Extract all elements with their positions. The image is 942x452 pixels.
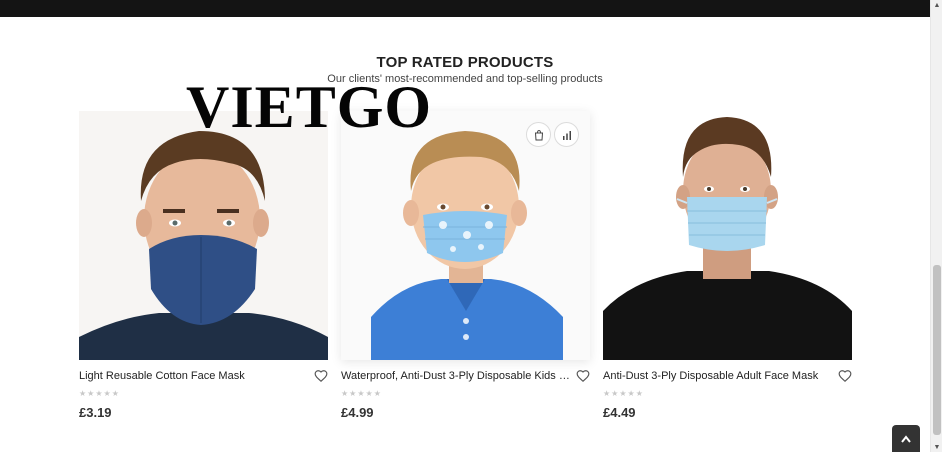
star-icon: ★ xyxy=(603,389,611,398)
star-icon: ★ xyxy=(627,389,635,398)
star-icon: ★ xyxy=(635,389,643,398)
star-icon: ★ xyxy=(95,389,103,398)
heart-icon[interactable] xyxy=(838,369,852,383)
product-card[interactable]: Anti-Dust 3-Ply Disposable Adult Face Ma… xyxy=(603,111,852,420)
product-name[interactable]: Waterproof, Anti-Dust 3-Ply Disposable K… xyxy=(341,370,571,382)
chevron-up-icon xyxy=(901,430,911,448)
product-image[interactable] xyxy=(341,111,590,360)
product-price: £4.99 xyxy=(341,405,374,420)
product-image[interactable] xyxy=(603,111,852,360)
product-card[interactable]: Waterproof, Anti-Dust 3-Ply Disposable K… xyxy=(341,111,590,420)
section-title: TOP RATED PRODUCTS xyxy=(376,54,554,71)
star-icon: ★ xyxy=(79,389,87,398)
scrollbar-thumb[interactable] xyxy=(933,265,941,435)
product-card[interactable]: Light Reusable Cotton Face Mask ★ ★ ★ ★ … xyxy=(79,111,328,420)
watermark-logo: VIETGO xyxy=(186,74,433,140)
header-band xyxy=(0,0,930,17)
heart-icon[interactable] xyxy=(314,369,328,383)
star-icon: ★ xyxy=(111,389,119,398)
star-icon: ★ xyxy=(87,389,95,398)
star-icon: ★ xyxy=(611,389,619,398)
scroll-down-icon[interactable]: ▼ xyxy=(933,443,941,451)
star-icon: ★ xyxy=(365,389,373,398)
product-price: £3.19 xyxy=(79,405,112,420)
star-icon: ★ xyxy=(103,389,111,398)
star-icon: ★ xyxy=(341,389,349,398)
product-name[interactable]: Anti-Dust 3-Ply Disposable Adult Face Ma… xyxy=(603,370,833,382)
product-image[interactable] xyxy=(79,111,328,360)
star-icon: ★ xyxy=(357,389,365,398)
heart-icon[interactable] xyxy=(576,369,590,383)
product-price: £4.49 xyxy=(603,405,636,420)
compare-chart-icon[interactable] xyxy=(554,122,579,147)
back-to-top-button[interactable] xyxy=(892,425,920,452)
rating-stars: ★ ★ ★ ★ ★ xyxy=(341,389,381,398)
section-subtitle: Our clients' most-recommended and top-se… xyxy=(327,73,603,85)
rating-stars: ★ ★ ★ ★ ★ xyxy=(603,389,643,398)
star-icon: ★ xyxy=(373,389,381,398)
scroll-up-icon[interactable]: ▲ xyxy=(933,1,941,9)
star-icon: ★ xyxy=(619,389,627,398)
shopping-bag-icon[interactable] xyxy=(526,122,551,147)
star-icon: ★ xyxy=(349,389,357,398)
product-name[interactable]: Light Reusable Cotton Face Mask xyxy=(79,370,309,382)
page-scrollbar[interactable]: ▲ ▼ xyxy=(930,0,942,452)
rating-stars: ★ ★ ★ ★ ★ xyxy=(79,389,119,398)
